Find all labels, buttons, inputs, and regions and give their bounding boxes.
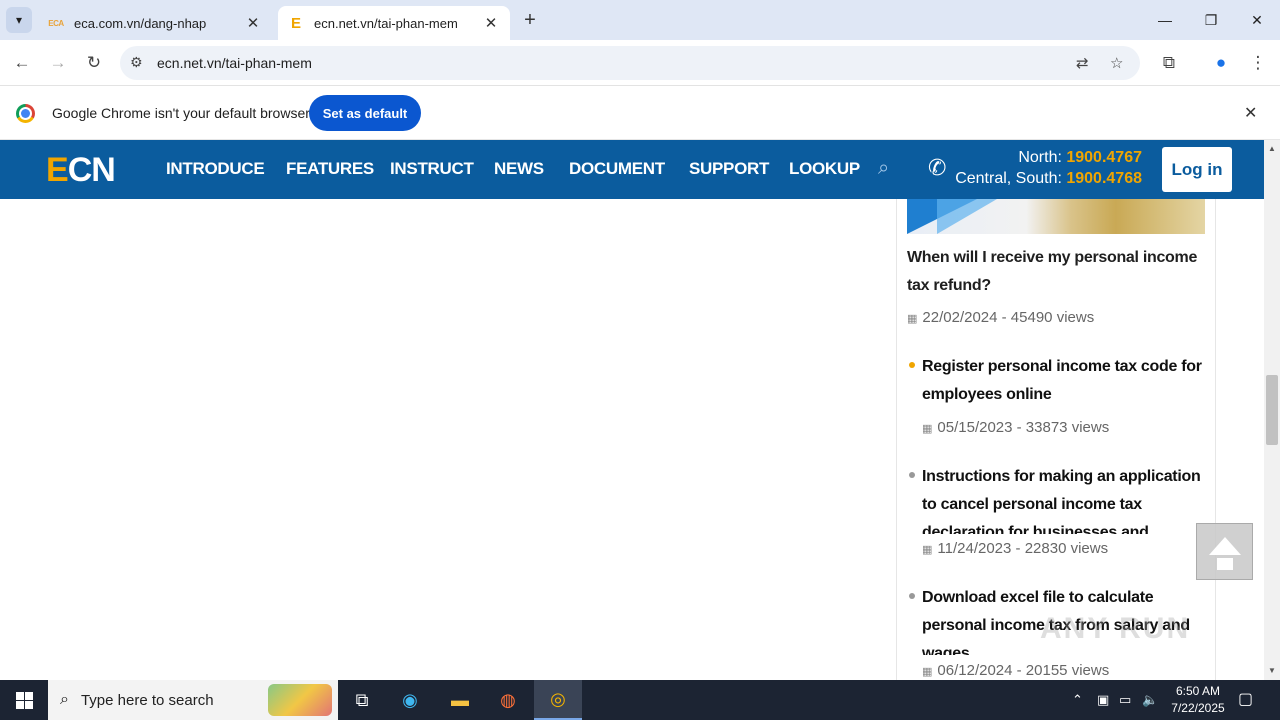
featured-article-meta: ▦ 22/02/2024 - 45490 views [907, 309, 1095, 326]
edge-icon[interactable]: ◉ [386, 680, 434, 720]
article-meta: ▦ 06/12/2024 - 20155 views [922, 662, 1110, 679]
calendar-icon: ▦ [922, 423, 933, 435]
article-meta: ▦ 05/15/2023 - 33873 views [922, 419, 1110, 436]
extensions-icon[interactable]: ⧉ [1157, 51, 1181, 75]
menu-kebab-icon[interactable]: ⋮ [1246, 51, 1270, 75]
default-browser-infobar: Google Chrome isn't your default browser… [0, 87, 1280, 140]
taskbar-search[interactable]: ⌕ Type here to search [48, 680, 338, 720]
bookmark-star-icon[interactable]: ☆ [1110, 54, 1123, 72]
ecn-favicon-icon: E [290, 14, 301, 32]
taskbar-clock[interactable]: 6:50 AM 7/22/2025 [1160, 683, 1236, 717]
start-button[interactable] [0, 680, 48, 720]
show-hidden-icons-icon[interactable]: ⌃ [1072, 680, 1083, 720]
network-icon[interactable]: ▭ [1119, 680, 1131, 720]
clock-time: 6:50 AM [1175, 684, 1221, 698]
featured-article-title[interactable]: When will I receive my personal income t… [907, 244, 1207, 300]
hotline-north: North: 1900.4767 [1018, 149, 1142, 166]
translate-icon[interactable]: ⇄ [1076, 54, 1089, 72]
tab-eca[interactable]: ECA eca.com.vn/dang-nhap ✕ [38, 6, 272, 40]
scroll-up-arrow-icon[interactable]: ▲ [1268, 144, 1276, 153]
nav-lookup[interactable]: LOOKUP [789, 159, 860, 179]
close-window-icon[interactable]: ✕ [1234, 0, 1280, 40]
address-bar[interactable]: ⚙ ecn.net.vn/tai-phan-mem ⇄ ☆ [120, 46, 1140, 80]
calendar-icon: ▦ [922, 666, 933, 678]
arrow-up-icon [1208, 536, 1241, 555]
hotline-central-south: Central, South: 1900.4768 [955, 170, 1142, 187]
page-content: When will I receive my personal income t… [0, 199, 1264, 680]
nav-news[interactable]: NEWS [494, 159, 544, 179]
chrome-taskbar-icon[interactable]: ◎ [534, 680, 582, 720]
task-view-icon[interactable]: ⧉ [338, 680, 386, 720]
windows-logo-icon [15, 691, 33, 709]
site-info-icon[interactable]: ⚙ [130, 54, 143, 71]
close-infobar-icon[interactable]: ✕ [1244, 103, 1257, 123]
infobar-message: Google Chrome isn't your default browser [52, 105, 310, 121]
url-text: ecn.net.vn/tai-phan-mem [157, 55, 312, 71]
tab-title: eca.com.vn/dang-nhap [74, 15, 207, 31]
phone-icon: ✆ [928, 155, 947, 180]
scrollbar-thumb[interactable] [1266, 375, 1278, 445]
article-thumbnail[interactable] [907, 199, 1205, 234]
profile-icon[interactable]: ● [1209, 51, 1233, 75]
clock-date: 7/22/2025 [1171, 701, 1225, 715]
windows-taskbar: ⌕ Type here to search ⧉ ◉ ▬ ◍ ◎ ⌃ ▣ ▭ 🔈 … [0, 680, 1280, 720]
site-header: ECN INTRODUCE FEATURES INSTRUCT NEWS DOC… [0, 140, 1264, 199]
restore-icon[interactable]: ❐ [1188, 0, 1234, 40]
file-explorer-icon[interactable]: ▬ [436, 680, 484, 720]
article-item[interactable]: Instructions for making an application t… [922, 463, 1207, 534]
bullet-icon [909, 593, 915, 599]
page-scrollbar[interactable]: ▲ ▼ [1264, 140, 1280, 680]
new-tab-icon[interactable]: + [519, 9, 541, 31]
tab-ecn[interactable]: E ecn.net.vn/tai-phan-mem ✕ [278, 6, 510, 40]
search-placeholder: Type here to search [80, 691, 214, 709]
chrome-logo-icon [16, 104, 35, 123]
reload-icon[interactable]: ↻ [82, 51, 106, 75]
search-icon[interactable]: ⌕ [878, 157, 889, 180]
bullet-icon [909, 362, 915, 368]
forward-icon[interactable]: → [46, 51, 70, 75]
eca-favicon-icon: ECA [48, 18, 64, 28]
nav-features[interactable]: FEATURES [286, 159, 374, 179]
set-as-default-button[interactable]: Set as default [309, 95, 421, 131]
firefox-icon[interactable]: ◍ [484, 680, 532, 720]
calendar-icon: ▦ [922, 544, 933, 556]
search-highlight-image [268, 684, 332, 716]
login-button[interactable]: Log in [1162, 147, 1232, 192]
article-item[interactable]: Register personal income tax code for em… [922, 353, 1207, 409]
close-tab-icon[interactable]: ✕ [482, 14, 500, 32]
notification-icon[interactable]: ▢ [1238, 689, 1253, 709]
volume-icon[interactable]: 🔈 [1142, 680, 1158, 720]
ecn-logo[interactable]: ECN [46, 151, 116, 190]
search-icon: ⌕ [60, 691, 69, 708]
nav-support[interactable]: SUPPORT [689, 159, 769, 179]
browser-toolbar: ← → ↻ ⚙ ecn.net.vn/tai-phan-mem ⇄ ☆ ⧉ ● … [0, 40, 1280, 86]
minimize-icon[interactable]: — [1142, 0, 1188, 40]
calendar-icon: ▦ [907, 313, 918, 325]
back-to-top-button[interactable] [1196, 523, 1253, 580]
article-meta: ▦ 11/24/2023 - 22830 views [922, 540, 1109, 557]
nav-document[interactable]: DOCUMENT [569, 159, 665, 179]
tab-strip: ▾ ECA eca.com.vn/dang-nhap ✕ E ecn.net.v… [0, 0, 1280, 40]
nav-introduce[interactable]: INTRODUCE [166, 159, 265, 179]
device-icon[interactable]: ▣ [1097, 680, 1109, 720]
bullet-icon [909, 472, 915, 478]
tab-title: ecn.net.vn/tai-phan-mem [314, 15, 458, 31]
close-tab-icon[interactable]: ✕ [244, 14, 262, 32]
tab-search-chevron-icon[interactable]: ▾ [6, 7, 32, 33]
nav-instruct[interactable]: INSTRUCT [390, 159, 474, 179]
anyrun-watermark: ANY RUN [1040, 612, 1191, 645]
back-icon[interactable]: ← [10, 51, 34, 75]
scroll-down-arrow-icon[interactable]: ▼ [1268, 666, 1276, 675]
